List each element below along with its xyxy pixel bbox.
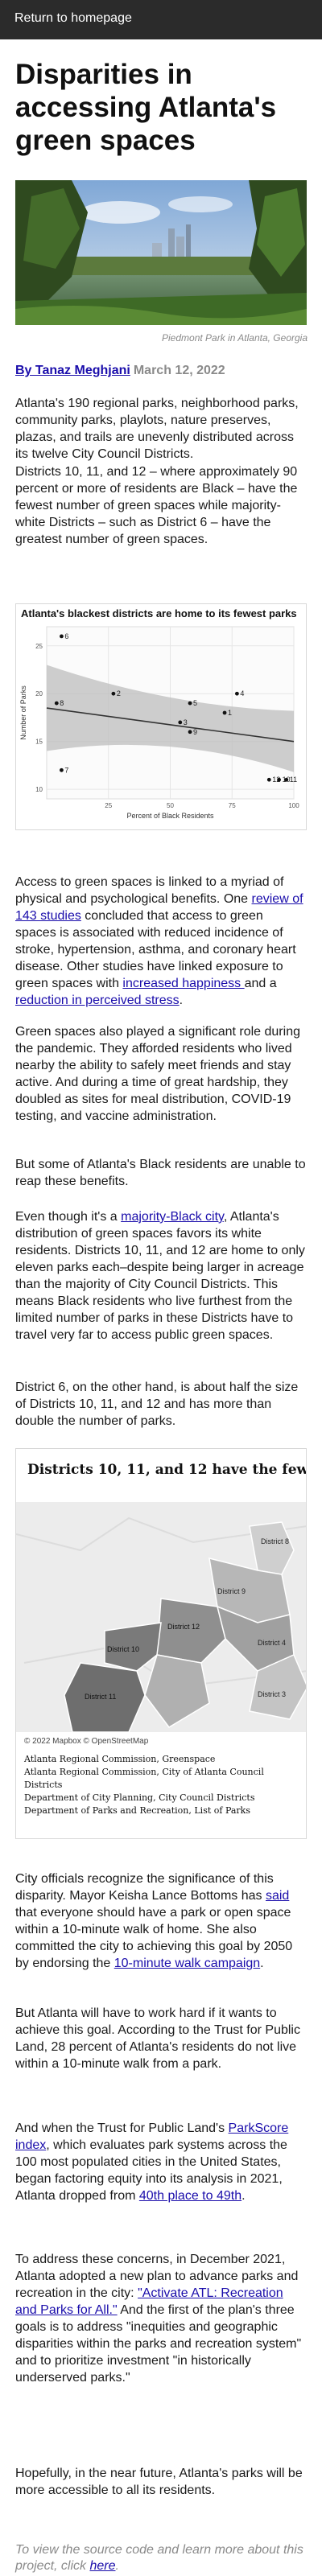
data-point [60,634,64,639]
byline: By Tanaz Meghjani March 12, 2022 [15,364,225,378]
paragraph-8: City officials recognize the significanc… [15,1870,307,1972]
paragraph-3: Access to green spaces is linked to a my… [15,874,307,1009]
paragraph-2: Districts 10, 11, and 12 – where approxi… [15,465,298,546]
map-label-district-11: District 11 [85,1693,116,1701]
publish-date: March 12, 2022 [133,364,225,377]
image-caption: Piedmont Park in Atlanta, Georgia [162,332,308,344]
map-title: Districts 10, 11, and 12 have the fewest… [27,1462,307,1478]
paragraph-9: But Atlanta will have to work hard if it… [15,2006,300,2071]
data-point [222,710,227,715]
paragraph-7: District 6, on the other hand, is about … [15,1381,299,1428]
source-line: Atlanta Regional Commission, City of Atl… [24,1767,264,1790]
source-line: Department of Parks and Recreation, List… [24,1805,250,1816]
p8-text-a: City officials recognize the significanc… [15,1872,274,1903]
hero-image-piedmont-park [15,180,307,325]
top-nav-bar: Return to homepage [0,0,322,39]
point-label: 6 [64,632,68,640]
map-label-district-8: District 8 [261,1537,289,1545]
map-label-district-10: District 10 [107,1645,139,1653]
link-majority-black-city[interactable]: majority-Black city [121,1210,224,1224]
point-label: 4 [240,689,244,697]
x-tick-label: 25 [105,802,112,809]
y-tick-label: 25 [35,643,43,650]
data-point [266,777,271,782]
map-label-district-4: District 4 [258,1639,286,1647]
chart-title: Atlanta's blackest districts are home to… [21,607,297,619]
point-label: 5 [193,699,197,707]
data-point [234,691,239,696]
author-link[interactable]: By Tanaz Meghjani [15,364,130,377]
p6-text-b: , Atlanta's distribution of green spaces… [15,1210,305,1342]
map-label-district-9: District 9 [217,1587,246,1595]
article-title: Disparities in accessing Atlanta's green… [15,59,277,156]
p10-text-c: . [242,2189,246,2203]
paragraph-4: Green spaces also played a significant r… [15,1025,300,1123]
map-attribution: © 2022 Mapbox © OpenStreetMap [24,1737,149,1746]
scatter-plot-svg: 25507510010152025687251439121011Percent … [19,626,299,820]
data-point [188,701,192,706]
footer-end: . [115,2559,119,2573]
point-label: 2 [117,689,121,697]
link-increased-happiness[interactable]: increased happiness [122,977,244,990]
paragraph-6: Even though it's a majority-Black city, … [15,1208,307,1344]
link-said[interactable]: said [266,1889,289,1903]
map-label-district-12: District 12 [167,1623,200,1631]
x-axis-label: Percent of Black Residents [126,812,214,820]
source-line: Atlanta Regional Commission, Greenspace [24,1754,216,1764]
source-line: Department of City Planning, City Counci… [24,1792,255,1803]
p3-text-d: . [179,994,184,1007]
p3-text-c: and a [244,977,277,990]
x-tick-label: 50 [167,802,174,809]
district-map[interactable]: District 8 District 9 District 12 Distri… [16,1502,307,1732]
x-tick-label: 75 [229,802,236,809]
data-point [54,701,59,706]
point-label: 7 [64,766,68,774]
data-point [277,777,281,782]
source-code-link[interactable]: here [89,2559,115,2573]
data-point [188,730,192,735]
point-label: 8 [60,699,64,707]
scatter-chart: Atlanta's blackest districts are home to… [15,603,307,830]
point-label: 3 [184,718,188,726]
map-label-district-3: District 3 [258,1690,286,1698]
footer-note: To view the source code and learn more a… [15,2542,307,2574]
p6-text-a: Even though it's a [15,1210,122,1224]
paragraph-10: And when the Trust for Public Land's Par… [15,2120,307,2204]
point-label: 11 [290,776,297,784]
link-40th-to-49th[interactable]: 40th place to 49th [139,2189,242,2203]
footer-text: To view the source code and learn more a… [15,2543,303,2573]
data-point [284,777,289,782]
paragraph-12: Hopefully, in the near future, Atlanta's… [15,2467,303,2497]
point-label: 9 [193,728,197,736]
paragraph-5: But some of Atlanta's Black residents ar… [15,1158,306,1188]
data-point [111,691,116,696]
p8-text-c: . [260,1957,264,1970]
district-map-card: Districts 10, 11, and 12 have the fewest… [15,1448,307,1839]
data-point [60,767,64,772]
link-reduction-perceived-stress[interactable]: reduction in perceived stress [15,994,180,1007]
p3-text-a: Access to green spaces is linked to a my… [15,875,284,906]
paragraph-11: To address these concerns, in December 2… [15,2251,307,2386]
paragraph-1: Atlanta's 190 regional parks, neighborho… [15,397,299,461]
link-10-minute-walk-campaign[interactable]: 10-minute walk campaign [114,1957,260,1970]
p10-text-a: And when the Trust for Public Land's [15,2121,229,2135]
y-tick-label: 15 [35,739,43,746]
point-label: 1 [228,709,232,717]
y-tick-label: 10 [35,786,43,793]
y-axis-label: Number of Parks [19,685,27,740]
data-point [178,720,183,725]
map-sources: Atlanta Regional Commission, Greenspace … [24,1753,302,1817]
y-tick-label: 20 [35,690,43,697]
return-home-link[interactable]: Return to homepage [14,11,132,26]
x-tick-label: 100 [288,802,299,809]
